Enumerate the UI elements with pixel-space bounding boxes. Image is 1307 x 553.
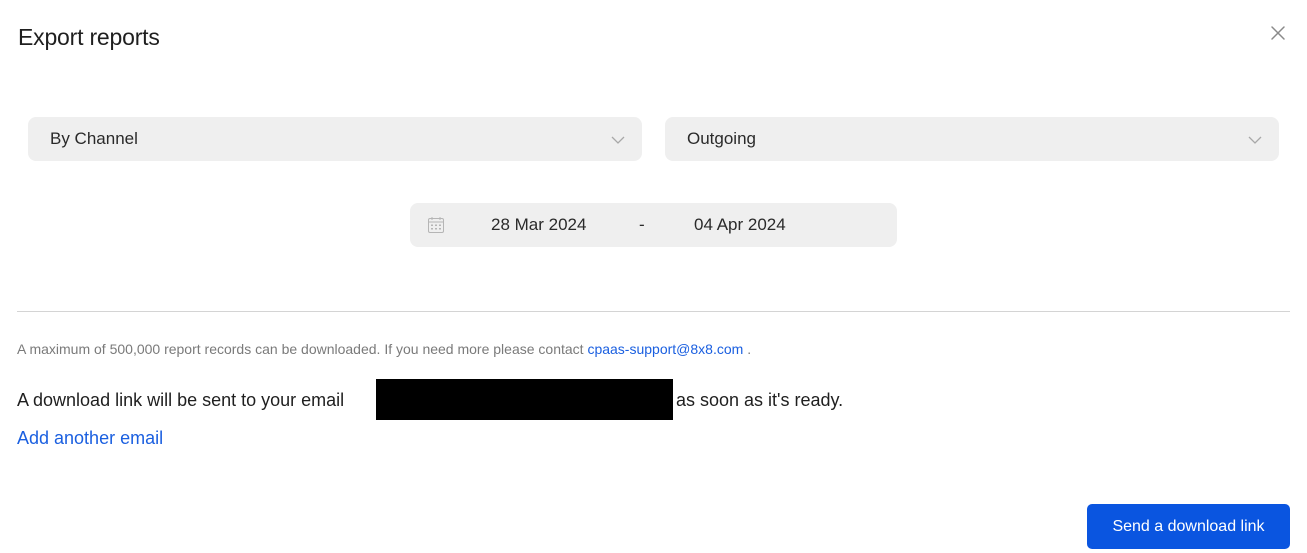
date-separator: - xyxy=(639,215,645,234)
end-date[interactable]: 04 Apr 2024 xyxy=(694,215,786,235)
notice-text: A maximum of 500,000 report records can … xyxy=(17,341,584,357)
start-date[interactable]: 28 Mar 2024 xyxy=(491,215,586,235)
chevron-down-icon xyxy=(1247,133,1263,145)
record-limit-notice: A maximum of 500,000 report records can … xyxy=(17,341,751,357)
close-icon[interactable] xyxy=(1268,23,1288,43)
direction-select[interactable]: Outgoing xyxy=(665,117,1279,161)
send-download-link-button[interactable]: Send a download link xyxy=(1087,504,1290,549)
calendar-icon xyxy=(427,216,445,234)
add-another-email-link[interactable]: Add another email xyxy=(17,428,163,449)
group-by-value: By Channel xyxy=(50,129,138,148)
section-divider xyxy=(17,311,1290,312)
dialog-title: Export reports xyxy=(18,24,160,50)
notice-suffix: . xyxy=(747,341,752,357)
group-by-select[interactable]: By Channel xyxy=(28,117,642,161)
email-info-suffix: as soon as it's ready. xyxy=(676,390,844,410)
redacted-email xyxy=(376,379,673,420)
date-range-picker[interactable]: 28 Mar 2024 - 04 Apr 2024 xyxy=(410,203,897,247)
direction-value: Outgoing xyxy=(687,129,756,148)
export-reports-dialog: Export reports By Channel Outgoing 28 Ma… xyxy=(0,0,1307,553)
support-email-link[interactable]: cpaas-support@8x8.com xyxy=(587,341,743,357)
email-info-prefix: A download link will be sent to your ema… xyxy=(17,390,345,410)
chevron-down-icon xyxy=(610,133,626,145)
